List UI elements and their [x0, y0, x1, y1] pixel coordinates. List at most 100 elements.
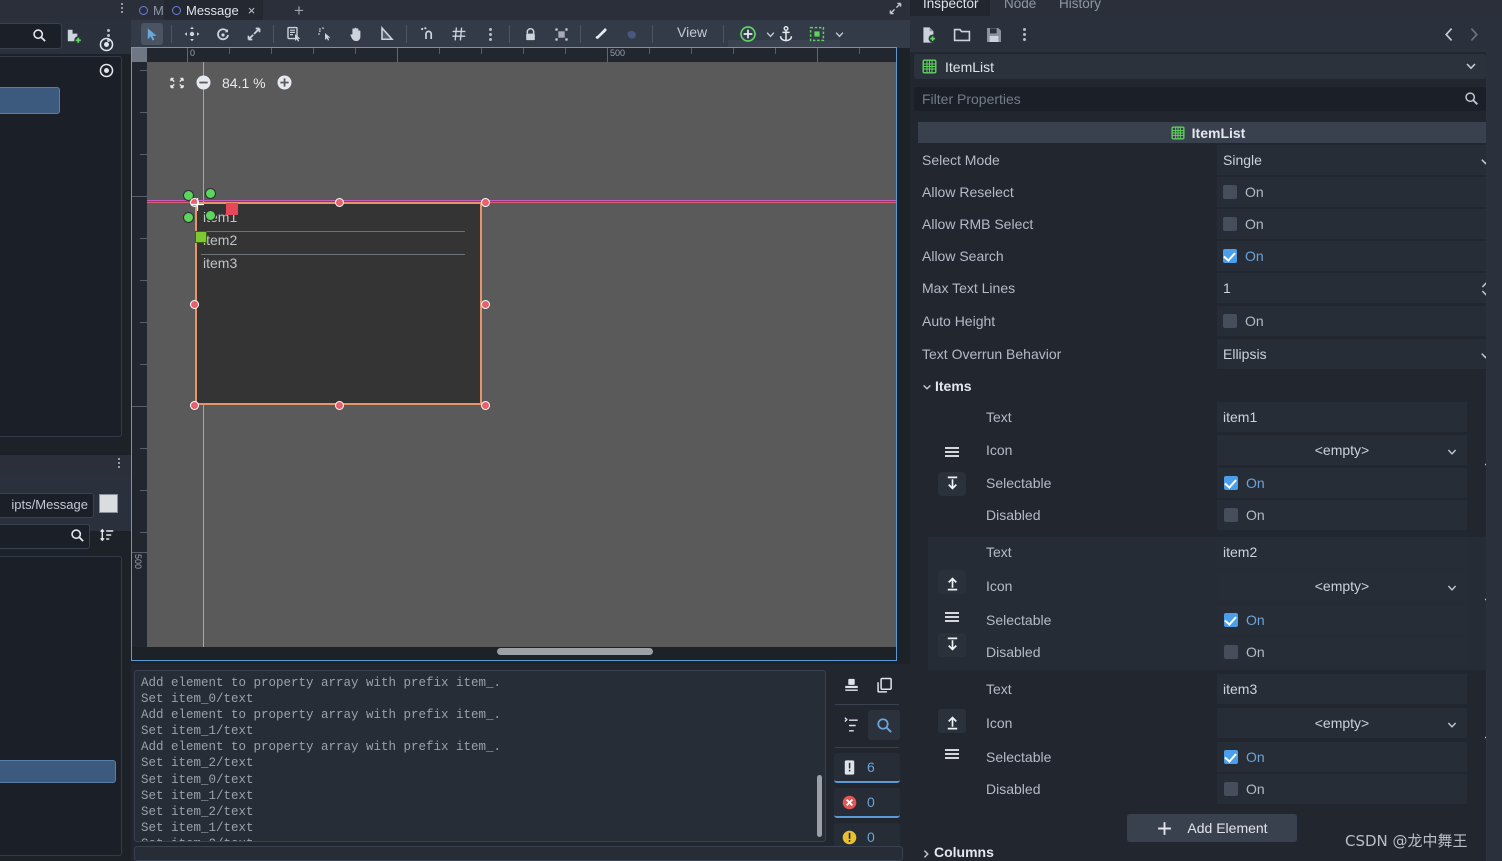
filesystem-file-list[interactable]	[0, 556, 122, 856]
resize-handle-tr[interactable]	[481, 198, 490, 207]
tool-scale-mode[interactable]	[243, 23, 265, 45]
output-scrollbar[interactable]	[817, 775, 822, 837]
chevron-down-icon[interactable]	[1446, 446, 1458, 458]
2d-canvas[interactable]: item1 item2 item3 84.1 %	[147, 62, 896, 647]
item-row-icon[interactable]: Icon <empty>	[928, 708, 1502, 740]
resize-handle-bc[interactable]	[335, 401, 344, 410]
item-row-disabled[interactable]: Disabled On	[928, 637, 1502, 669]
anchor-mode-button[interactable]	[775, 23, 797, 45]
tool-ruler[interactable]	[376, 23, 398, 45]
item-row-text[interactable]: Text item2	[928, 537, 1502, 569]
anchor-preset-button[interactable]	[737, 23, 759, 45]
property-checkbox[interactable]	[1223, 185, 1237, 199]
zoom-fit-icon[interactable]	[169, 75, 185, 91]
selected-node-bounds[interactable]: item1 item2 item3	[195, 202, 482, 405]
property-checkbox[interactable]	[1223, 217, 1237, 231]
list-item-selected[interactable]	[0, 760, 116, 783]
tab-history[interactable]: History	[1059, 0, 1101, 11]
canvas-horizontal-scrollbar[interactable]	[497, 648, 653, 655]
save-resource-button[interactable]	[983, 24, 1005, 45]
history-forward-button[interactable]	[1462, 24, 1484, 45]
row-value[interactable]: item3	[1223, 681, 1257, 697]
tool-pivot-mode[interactable]	[314, 23, 336, 45]
layout-mode-chevron[interactable]	[828, 23, 850, 45]
row-checkbox[interactable]	[1224, 645, 1238, 659]
row-value[interactable]: item2	[1223, 544, 1257, 560]
resize-handle-ml[interactable]	[190, 300, 199, 309]
row-checkbox[interactable]	[1224, 476, 1238, 490]
property-row-auto-height[interactable]: Auto Height On	[910, 306, 1502, 338]
zoom-out-button[interactable]	[195, 74, 212, 91]
zoom-in-button[interactable]	[276, 74, 293, 91]
search-icon[interactable]	[32, 28, 47, 43]
item-row-disabled[interactable]: Disabled On	[928, 500, 1502, 532]
chevron-right-icon[interactable]	[921, 849, 931, 859]
kebab-icon[interactable]	[118, 458, 120, 468]
snap-options-button[interactable]	[479, 23, 501, 45]
scene-tab-message[interactable]: Message ×	[164, 0, 264, 20]
item-row-selectable[interactable]: Selectable On	[928, 468, 1502, 500]
item-row-selectable[interactable]: Selectable On	[928, 742, 1502, 774]
copy-output-button[interactable]	[868, 670, 900, 700]
scene-filter-input[interactable]: e, t:t	[0, 23, 62, 49]
property-checkbox[interactable]	[1223, 314, 1237, 328]
rotation-handle[interactable]	[183, 212, 194, 223]
item-row-disabled[interactable]: Disabled On	[928, 774, 1502, 806]
item-row-text[interactable]: Text item1	[928, 402, 1502, 434]
view-menu-button[interactable]: View	[677, 24, 707, 40]
row-checkbox[interactable]	[1224, 613, 1238, 627]
error-count-button[interactable]: 0	[834, 788, 900, 818]
inspector-selected-object[interactable]: ItemList	[914, 54, 1486, 79]
resize-handle-bl[interactable]	[190, 401, 199, 410]
rotation-handle[interactable]	[205, 210, 216, 221]
chevron-down-icon[interactable]	[1464, 59, 1478, 73]
inspector-filter[interactable]: Filter Properties	[914, 87, 1486, 111]
history-back-button[interactable]	[1438, 24, 1460, 45]
sort-icon[interactable]	[99, 527, 115, 543]
resource-extra-button[interactable]	[1013, 24, 1035, 45]
rotation-handle[interactable]	[205, 188, 216, 199]
resize-handle-br[interactable]	[481, 401, 490, 410]
tool-smart-snap[interactable]	[417, 23, 439, 45]
search-icon[interactable]	[70, 528, 85, 543]
tool-bone[interactable]	[590, 23, 612, 45]
item-row-icon[interactable]: Icon <empty>	[928, 571, 1502, 603]
tab-inspector[interactable]: Inspector	[923, 0, 979, 11]
chevron-down-icon[interactable]	[1446, 719, 1458, 731]
section-header-items[interactable]: Items	[910, 376, 1502, 398]
tool-group[interactable]	[550, 23, 572, 45]
layout-mode-button[interactable]	[806, 23, 828, 45]
property-row-allow-search[interactable]: Allow Search On	[910, 241, 1502, 273]
row-checkbox[interactable]	[1224, 750, 1238, 764]
tool-list-select[interactable]	[283, 23, 305, 45]
eye-icon[interactable]	[98, 62, 115, 79]
chevron-down-icon[interactable]	[1446, 582, 1458, 594]
tool-rotate-mode[interactable]	[212, 23, 234, 45]
new-resource-button[interactable]	[918, 24, 940, 45]
tool-lock[interactable]	[519, 23, 541, 45]
filter-output-button[interactable]	[868, 710, 900, 740]
item-row-selectable[interactable]: Selectable On	[928, 605, 1502, 637]
expand-icon[interactable]	[889, 2, 902, 15]
filesystem-split-toggle[interactable]	[99, 494, 118, 513]
scene-tree-selected-row[interactable]	[0, 87, 60, 114]
resize-handle-mr[interactable]	[481, 300, 490, 309]
property-checkbox[interactable]	[1223, 249, 1237, 263]
property-row-allow-reselect[interactable]: Allow Reselect On	[910, 177, 1502, 209]
close-icon[interactable]: ×	[248, 3, 256, 18]
property-row-select-mode[interactable]: Select Mode Single	[910, 145, 1502, 177]
tab-node[interactable]: Node	[1004, 0, 1036, 11]
eye-icon[interactable]	[98, 36, 115, 53]
anchor-handle[interactable]	[226, 203, 238, 215]
collapse-output-button[interactable]	[835, 710, 867, 740]
section-header-columns[interactable]: Columns	[921, 844, 994, 861]
tool-move-mode[interactable]	[181, 23, 203, 45]
row-value[interactable]: item1	[1223, 409, 1257, 425]
output-log[interactable]: Add element to property array with prefi…	[134, 670, 826, 842]
property-row-max-text-lines[interactable]: Max Text Lines 1	[910, 273, 1502, 305]
add-element-button[interactable]: Add Element	[1127, 814, 1297, 842]
clear-output-button[interactable]	[835, 670, 867, 700]
property-row-allow-rmb-select[interactable]: Allow RMB Select On	[910, 209, 1502, 241]
add-scene-tab-button[interactable]: +	[294, 1, 304, 21]
item-row-icon[interactable]: Icon <empty>	[928, 435, 1502, 467]
